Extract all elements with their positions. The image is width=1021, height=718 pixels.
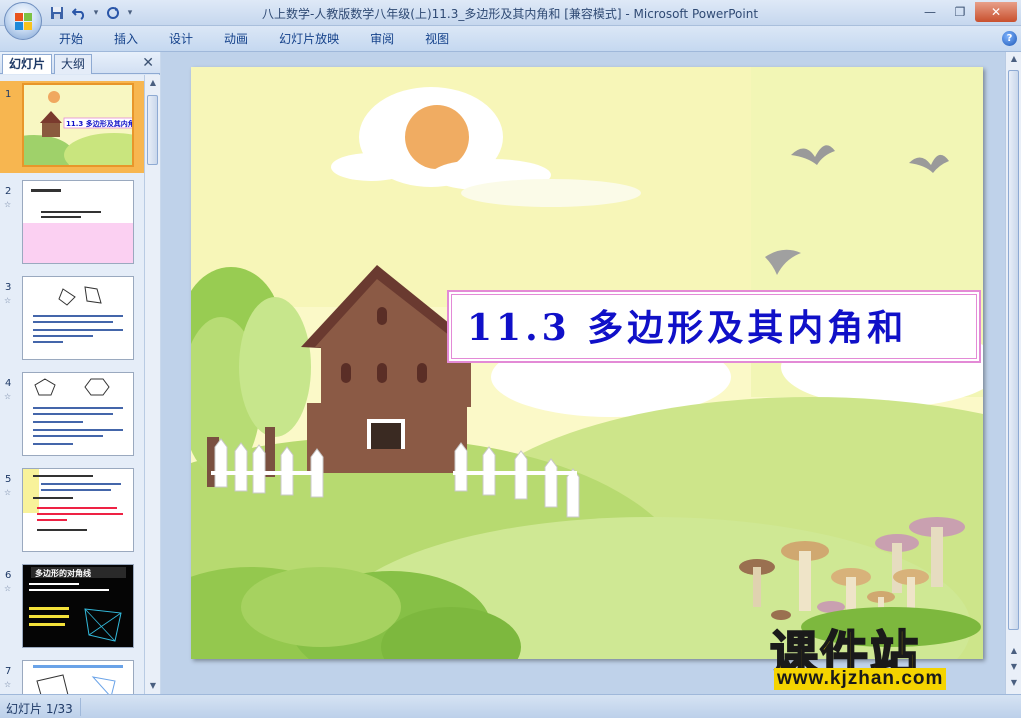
animation-icon: ☆ xyxy=(4,392,12,401)
minimize-button[interactable]: — xyxy=(915,2,945,22)
save-button[interactable] xyxy=(48,4,66,22)
scroll-down-icon[interactable]: ▼ xyxy=(1006,676,1021,690)
animation-icon: ☆ xyxy=(4,488,12,497)
slide-number: 6 xyxy=(5,570,12,581)
slide-thumbnail-5[interactable]: 5 ☆ xyxy=(0,466,144,558)
slide-thumbnail-4[interactable]: 4 ☆ xyxy=(0,370,144,462)
tab-review[interactable]: 审阅 xyxy=(359,30,405,48)
thumbnail-image: 11.3 多边形及其内角和 xyxy=(22,83,134,167)
slide-thumbnails[interactable]: 1 11.3 多边形及其内角和 2 ☆ xyxy=(0,75,144,694)
tab-home[interactable]: 开始 xyxy=(48,30,94,48)
undo-button[interactable] xyxy=(70,4,88,22)
tab-outline[interactable]: 大纲 xyxy=(54,54,93,74)
slide-counter: 幻灯片 1/33 xyxy=(6,702,73,716)
status-bar: 幻灯片 1/33 xyxy=(0,694,1021,718)
slide-background-illustration xyxy=(191,67,983,659)
quick-access-toolbar: ▾ ▾ xyxy=(48,4,134,22)
close-panel-icon[interactable]: ✕ xyxy=(142,55,154,71)
slide-scrollbar[interactable]: ▲ ▲ ▼ ▼ xyxy=(1005,52,1021,694)
slide-number: 4 xyxy=(5,378,12,389)
previous-slide-icon[interactable]: ▲ xyxy=(1006,644,1021,658)
scroll-down-icon[interactable]: ▼ xyxy=(145,678,161,694)
slide-title[interactable]: 11.3 多边形及其内角和 xyxy=(467,299,907,351)
window-title: 八上数学-人教版数学八年级(上)11.3_多边形及其内角和 [兼容模式] - M… xyxy=(261,7,759,21)
thumb-6-title: 多边形的对角线 xyxy=(35,568,91,578)
slide-thumbnail-1[interactable]: 1 11.3 多边形及其内角和 xyxy=(0,81,144,173)
help-icon[interactable]: ? xyxy=(1002,31,1017,46)
slide-editor: 11.3 多边形及其内角和 xyxy=(161,52,1021,694)
slide-number: 3 xyxy=(5,282,12,293)
window-controls: — ❐ ✕ xyxy=(915,2,1017,22)
ribbon: 开始 插入 设计 动画 幻灯片放映 审阅 视图 ? xyxy=(0,26,1021,52)
thumbnail-image xyxy=(22,276,134,360)
thumbnail-image xyxy=(22,468,134,552)
thumb-1-title: 11.3 多边形及其内角和 xyxy=(66,119,134,128)
ribbon-tabs: 开始 插入 设计 动画 幻灯片放映 审阅 视图 xyxy=(48,30,469,48)
animation-icon: ☆ xyxy=(4,296,12,305)
tab-design[interactable]: 设计 xyxy=(158,30,204,48)
thumbnail-image xyxy=(22,180,134,264)
minimize-icon: — xyxy=(924,5,936,19)
slide-number: 5 xyxy=(5,474,12,485)
scrollbar-thumb[interactable] xyxy=(1008,70,1019,630)
office-logo-icon xyxy=(15,13,33,31)
restore-button[interactable]: ❐ xyxy=(945,2,975,22)
slide-number: 1 xyxy=(5,89,12,100)
panel-tabs: 幻灯片 大纲 ✕ xyxy=(0,52,160,74)
thumbnails-scrollbar[interactable]: ▲ ▼ xyxy=(144,75,160,694)
watermark-url: www.kjzhan.com xyxy=(774,668,947,690)
next-slide-icon[interactable]: ▼ xyxy=(1006,660,1021,674)
slides-panel: 幻灯片 大纲 ✕ 1 11.3 多边形及其内角和 2 xyxy=(0,52,160,694)
redo-icon xyxy=(107,7,119,19)
tab-slides[interactable]: 幻灯片 xyxy=(2,54,53,74)
scroll-up-icon[interactable]: ▲ xyxy=(145,75,161,91)
tab-slide-show[interactable]: 幻灯片放映 xyxy=(268,30,350,48)
office-button[interactable] xyxy=(4,2,42,40)
scroll-up-icon[interactable]: ▲ xyxy=(1006,52,1021,66)
slide-thumbnail-2[interactable]: 2 ☆ xyxy=(0,178,144,270)
slide-thumbnail-7[interactable]: 7 ☆ xyxy=(0,658,144,694)
undo-icon xyxy=(72,8,85,20)
tab-animations[interactable]: 动画 xyxy=(213,30,259,48)
close-icon: ✕ xyxy=(990,5,1002,19)
slide-canvas[interactable]: 11.3 多边形及其内角和 xyxy=(191,67,983,659)
slide-thumbnail-6[interactable]: 6 ☆ 多边形的对角线 xyxy=(0,562,144,654)
status-divider xyxy=(80,698,81,716)
customize-qat-button[interactable]: ▾ xyxy=(126,4,134,22)
tab-view[interactable]: 视图 xyxy=(414,30,460,48)
animation-icon: ☆ xyxy=(4,584,12,593)
close-button[interactable]: ✕ xyxy=(975,2,1017,22)
thumbnail-image xyxy=(22,372,134,456)
tab-insert[interactable]: 插入 xyxy=(103,30,149,48)
slide-thumbnail-3[interactable]: 3 ☆ xyxy=(0,274,144,366)
thumbnail-image: 多边形的对角线 xyxy=(22,564,134,648)
redo-button[interactable] xyxy=(104,4,122,22)
undo-dropdown[interactable]: ▾ xyxy=(92,4,100,22)
slide-number: 2 xyxy=(5,186,12,197)
title-bar: ▾ ▾ 八上数学-人教版数学八年级(上)11.3_多边形及其内角和 [兼容模式]… xyxy=(0,0,1021,26)
animation-icon: ☆ xyxy=(4,200,12,209)
restore-icon: ❐ xyxy=(954,5,966,19)
thumbnail-image xyxy=(22,660,134,694)
animation-icon: ☆ xyxy=(4,680,12,689)
save-icon xyxy=(51,7,63,19)
scrollbar-thumb[interactable] xyxy=(147,95,158,165)
slide-number: 7 xyxy=(5,666,12,677)
